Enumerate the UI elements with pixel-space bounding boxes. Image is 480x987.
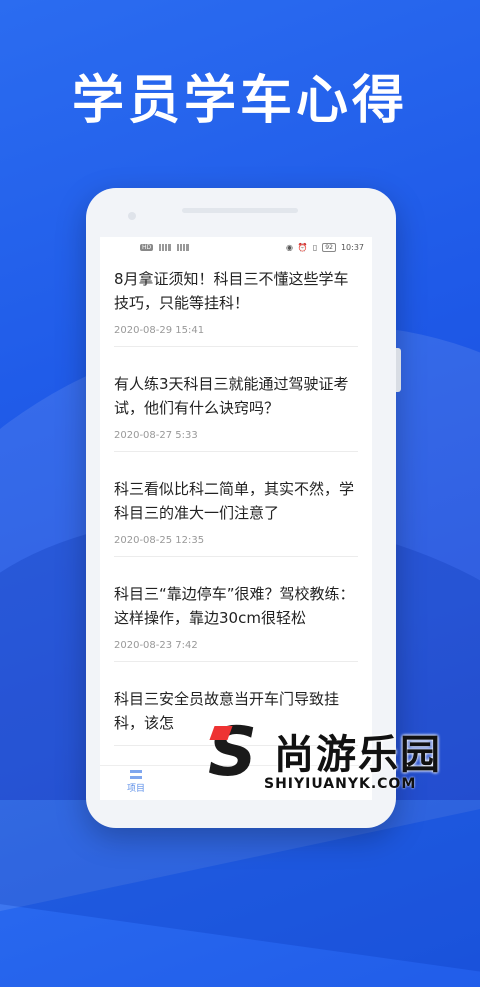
list-item[interactable]: 科目三“靠边停车”很难？驾校教练：这样操作，靠边30cm很轻松 2020-08-… bbox=[114, 571, 358, 662]
side-button bbox=[396, 348, 401, 392]
tab-projects[interactable]: 项目 bbox=[116, 770, 156, 794]
camera-icon bbox=[128, 212, 136, 220]
tab-label: 项目 bbox=[126, 784, 145, 794]
article-title: 8月拿证须知！科目三不懂这些学车技巧，只能等挂科！ bbox=[114, 270, 349, 312]
promo-headline: 学员学车心得 bbox=[71, 71, 408, 131]
article-date: 2020-08-23 7:42 bbox=[114, 640, 198, 651]
watermark-url: SHIYIUANYK.COM bbox=[264, 776, 417, 792]
article-title: 科目三“靠边停车”很难？驾校教练：这样操作，靠边30cm很轻松 bbox=[114, 585, 355, 627]
eye-icon: ◉ bbox=[285, 242, 293, 252]
battery-icon: 92 bbox=[322, 242, 336, 252]
list-item[interactable]: 8月拿证须知！科目三不懂这些学车技巧，只能等挂科！ 2020-08-29 15:… bbox=[114, 257, 358, 347]
hd-icon: HD bbox=[140, 243, 154, 251]
article-date: 2020-08-29 15:41 bbox=[114, 325, 205, 336]
article-date: 2020-08-25 12:35 bbox=[114, 535, 205, 546]
article-title: 科三看似比科二简单，其实不然，学科目三的准大一们注意了 bbox=[114, 480, 355, 522]
site-watermark: S 尚游乐园 SHIYIUANYK.COM bbox=[202, 713, 480, 800]
alarm-icon: ⏰ bbox=[297, 242, 308, 252]
article-title: 有人练3天科目三就能通过驾驶证考试，他们有什么诀窍吗？ bbox=[114, 375, 349, 417]
vibrate-icon: ▯ bbox=[312, 242, 318, 252]
signal-icon bbox=[177, 243, 190, 251]
watermark-brand: 尚游乐园 bbox=[274, 732, 442, 778]
speaker-grille bbox=[182, 208, 298, 213]
list-item[interactable]: 科三看似比科二简单，其实不然，学科目三的准大一们注意了 2020-08-25 1… bbox=[114, 466, 358, 557]
article-list: 8月拿证须知！科目三不懂这些学车技巧，只能等挂科！ 2020-08-29 15:… bbox=[100, 257, 372, 746]
clock-time: 10:37 bbox=[340, 242, 364, 252]
signal-icon bbox=[159, 243, 172, 251]
watermark-logo: S bbox=[208, 713, 257, 792]
article-date: 2020-08-27 5:33 bbox=[114, 430, 198, 441]
list-item[interactable]: 有人练3天科目三就能通过驾驶证考试，他们有什么诀窍吗？ 2020-08-27 5… bbox=[114, 361, 358, 452]
status-bar: HD ◉ ⏰ ▯ 92 10:37 bbox=[100, 237, 372, 257]
list-icon bbox=[130, 770, 142, 779]
